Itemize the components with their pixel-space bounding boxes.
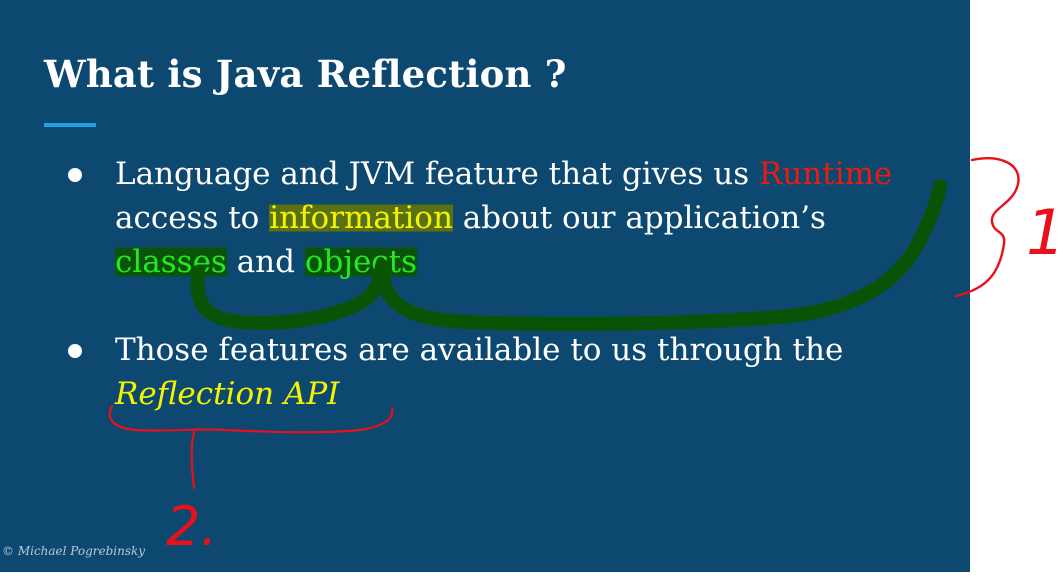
annotation-label-2: 2. [166,495,218,558]
bullet-1-text: Language and JVM feature that gives us [115,156,759,192]
copyright-footer: © Michael Pogrebinsky [2,544,146,558]
bullet-1-text: access to [115,200,270,236]
bullet-1-line-3: classes and objects [115,240,892,284]
bullet-icon [68,344,82,358]
bullet-2: Those features are available to us throu… [115,328,843,416]
information-keyword: information [269,200,453,236]
objects-keyword: objects [304,244,418,280]
runtime-keyword: Runtime [759,156,893,192]
bullet-1: Language and JVM feature that gives us R… [115,152,892,284]
bullet-2-line-1: Those features are available to us throu… [115,332,844,368]
slide: What is Java Reflection ? Language and J… [0,0,970,572]
screen: What is Java Reflection ? Language and J… [0,0,1063,582]
slide-title: What is Java Reflection ? [44,52,567,96]
bullet-1-text: about our application’s [452,200,826,236]
title-underline-accent [44,123,96,127]
bullet-1-text: and [226,244,305,280]
bullet-1-line-2: access to information about our applicat… [115,196,892,240]
bullet-1-line-1: Language and JVM feature that gives us R… [115,152,892,196]
bullet-icon [68,168,82,182]
annotation-label-1: 1. [1026,196,1063,269]
reflection-api-keyword: Reflection API [115,376,340,412]
classes-keyword: classes [115,244,227,280]
